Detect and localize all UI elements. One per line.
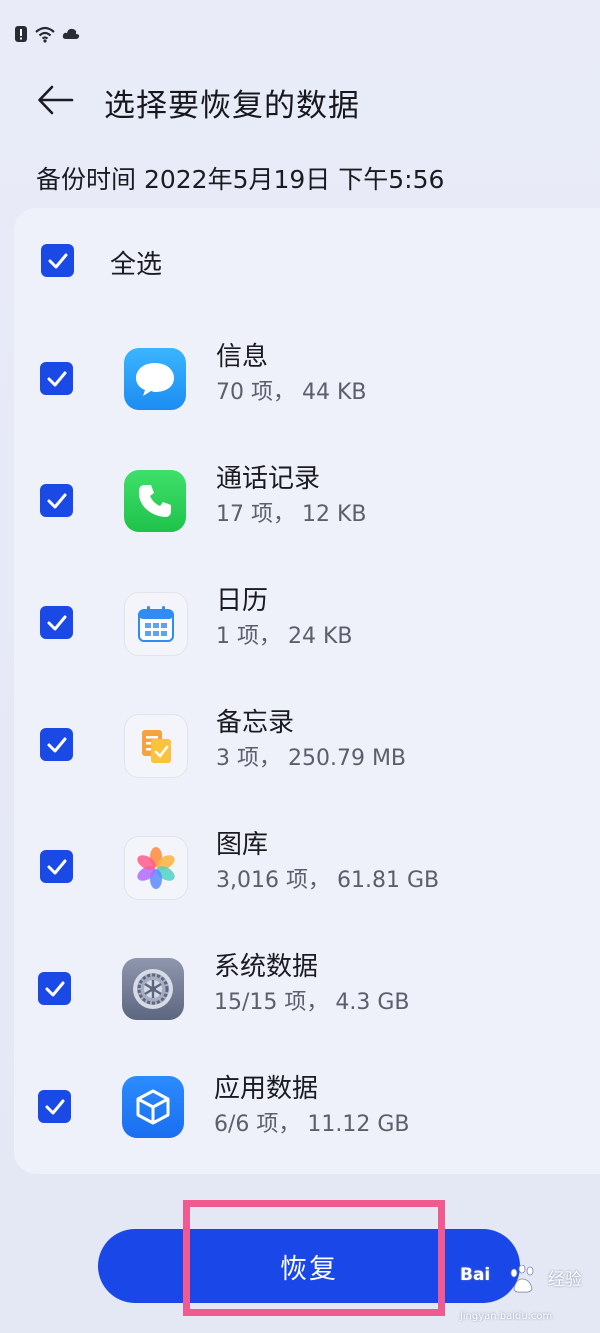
item-meta: 3,016 项， 61.81 GB (216, 868, 440, 893)
checkmark-icon (47, 371, 66, 386)
watermark: Bai 经验 jingyan.baidu.com (460, 1265, 592, 1329)
highlight-box (183, 1200, 445, 1316)
header: 选择要恢复的数据 (0, 70, 600, 130)
wifi-icon (35, 26, 55, 43)
messages-icon (124, 348, 186, 410)
item-name: 信息 (216, 342, 269, 372)
item-name: 备忘录 (216, 708, 295, 738)
item-meta: 15/15 项， 4.3 GB (214, 990, 410, 1015)
item-meta: 17 项， 12 KB (216, 502, 367, 527)
app-data-icon (122, 1076, 184, 1138)
list-item-messages[interactable]: 信息 70 项， 44 KB (0, 342, 600, 448)
item-name: 应用数据 (214, 1074, 319, 1104)
item-checkbox[interactable] (40, 850, 73, 883)
item-checkbox[interactable] (38, 1090, 71, 1123)
list-item-notes[interactable]: 备忘录 3 项， 250.79 MB (0, 708, 600, 814)
list-item-calendar[interactable]: 日历 1 项， 24 KB (0, 586, 600, 692)
item-name: 日历 (216, 586, 269, 616)
checkmark-icon (45, 1099, 64, 1114)
select-all-label: 全选 (110, 250, 163, 280)
watermark-brand: Bai (460, 1265, 491, 1285)
select-all-checkbox[interactable] (41, 244, 74, 277)
item-checkbox[interactable] (40, 606, 73, 639)
item-meta: 1 项， 24 KB (216, 624, 353, 649)
checkmark-icon (47, 615, 66, 630)
backup-time: 备份时间 2022年5月19日 下午5:56 (36, 165, 445, 194)
item-checkbox[interactable] (38, 972, 71, 1005)
status-bar (14, 20, 80, 48)
list-item-app-data[interactable]: 应用数据 6/6 项， 11.12 GB (0, 1074, 600, 1180)
list-item-call-log[interactable]: 通话记录 17 项， 12 KB (0, 464, 600, 570)
back-arrow-icon (38, 85, 74, 115)
watermark-label: 经验 (548, 1270, 582, 1290)
list-item-system-data[interactable]: 系统数据 15/15 项， 4.3 GB (0, 952, 600, 1058)
phone-icon (124, 470, 186, 532)
checkmark-icon (45, 981, 64, 996)
item-meta: 3 项， 250.79 MB (216, 746, 407, 771)
page-title: 选择要恢复的数据 (104, 88, 360, 124)
notes-icon (124, 714, 188, 778)
watermark-url: jingyan.baidu.com (460, 1311, 553, 1322)
cloud-icon (62, 28, 80, 39)
item-meta: 70 项， 44 KB (216, 380, 367, 405)
item-name: 通话记录 (216, 464, 321, 494)
list-item-gallery[interactable]: 图库 3,016 项， 61.81 GB (0, 830, 600, 936)
item-name: 系统数据 (214, 952, 319, 982)
item-checkbox[interactable] (40, 484, 73, 517)
paw-icon (510, 1265, 534, 1293)
item-checkbox[interactable] (40, 362, 73, 395)
gallery-icon (124, 836, 188, 900)
back-button[interactable] (36, 82, 76, 118)
item-meta: 6/6 项， 11.12 GB (214, 1112, 410, 1137)
calendar-icon (124, 592, 188, 656)
alert-icon (15, 26, 27, 42)
settings-icon (122, 958, 184, 1020)
item-name: 图库 (216, 830, 269, 860)
checkmark-icon (48, 253, 67, 268)
checkmark-icon (47, 493, 66, 508)
checkmark-icon (47, 859, 66, 874)
item-checkbox[interactable] (40, 728, 73, 761)
checkmark-icon (47, 737, 66, 752)
